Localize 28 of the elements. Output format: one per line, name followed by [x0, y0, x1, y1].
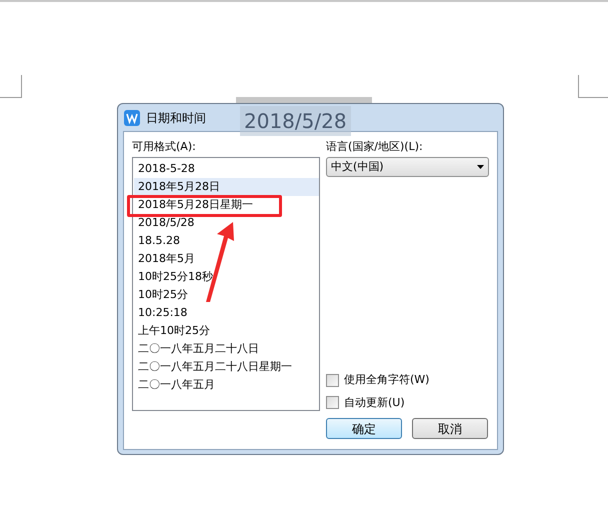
- dropdown-arrow-icon: [477, 165, 484, 169]
- format-item[interactable]: 2018-5-28: [134, 160, 319, 178]
- format-item[interactable]: 二〇一八年五月二十八日星期一: [134, 358, 319, 376]
- format-item[interactable]: 10:25:18: [134, 304, 319, 322]
- corner-mark-icon: [0, 75, 22, 98]
- format-item[interactable]: 10时25分: [134, 286, 319, 304]
- app-logo-icon: [124, 110, 140, 126]
- window-title: 日期和时间: [146, 110, 206, 126]
- format-item[interactable]: 18.5.28: [134, 232, 319, 250]
- format-item[interactable]: 二〇一八年五月: [134, 376, 319, 394]
- formats-list[interactable]: 2018-5-28 2018年5月28日 2018年5月28日星期一 2018/5/28 18.5.28 2018年5月 10时25分18秒 10时25分 10:25:18 上午10时25分 二〇一八年五月二十八日 二〇一八年五月二十八日星期一 二〇一八年五月: [132, 157, 320, 411]
- format-item[interactable]: 2018年5月28日星期一: [134, 196, 319, 214]
- checkbox[interactable]: [326, 374, 339, 387]
- format-item[interactable]: 二〇一八年五月二十八日: [134, 340, 319, 358]
- language-label: 语言(国家/地区)(L):: [326, 140, 424, 154]
- format-item[interactable]: 2018年5月28日: [134, 178, 319, 196]
- checkbox-label: 使用全角字符(W): [344, 372, 430, 388]
- corner-mark-icon: [578, 75, 608, 98]
- format-item[interactable]: 2018年5月: [134, 250, 319, 268]
- dialog-button[interactable]: 取消: [412, 418, 488, 439]
- checkbox[interactable]: [326, 396, 339, 410]
- checkbox-label: 自动更新(U): [344, 394, 405, 410]
- dialog-button[interactable]: 确定: [326, 418, 402, 439]
- format-item[interactable]: 上午10时25分: [134, 322, 319, 340]
- formats-label: 可用格式(A):: [132, 140, 197, 154]
- format-item[interactable]: 2018/5/28: [134, 214, 319, 232]
- language-dropdown[interactable]: 中文(中国): [326, 157, 489, 177]
- format-item[interactable]: 10时25分18秒: [134, 268, 319, 286]
